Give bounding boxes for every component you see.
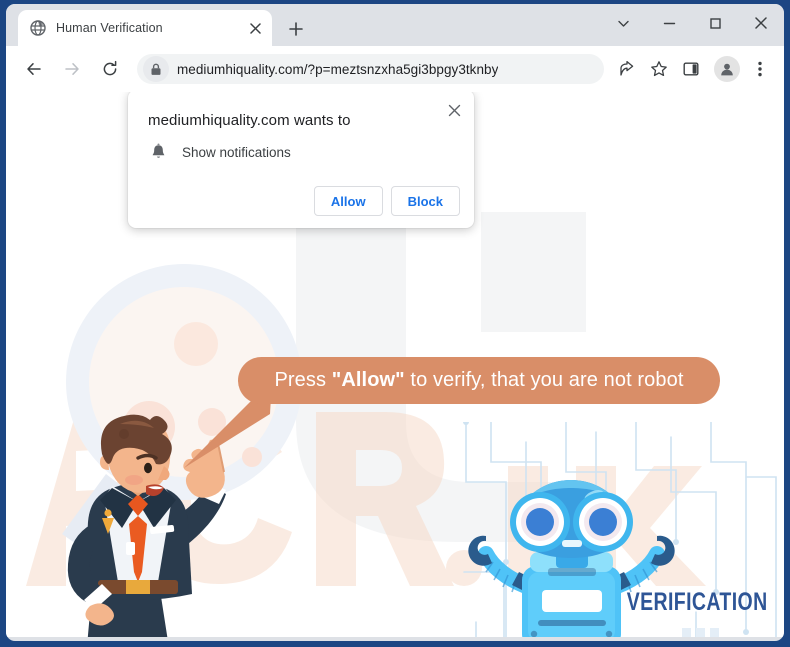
lock-icon[interactable] <box>143 56 169 82</box>
speech-bubble: Press "Allow" to verify, that you are no… <box>238 357 720 404</box>
speech-bubble-prefix: Press <box>274 369 332 391</box>
pointing-businessman-illustration <box>67 414 226 637</box>
forward-arrow-icon <box>57 54 87 84</box>
address-bar[interactable]: mediumhiquality.com/?p=meztsnzxha5gi3bpg… <box>137 54 604 84</box>
block-button[interactable]: Block <box>390 186 460 216</box>
profile-avatar-icon[interactable] <box>714 56 740 82</box>
bell-icon <box>148 142 168 162</box>
back-arrow-icon[interactable] <box>19 54 49 84</box>
browser-window: Human Verification mediumhiquality.com/?… <box>6 4 784 641</box>
browser-toolbar: mediumhiquality.com/?p=meztsnzxha5gi3bpg… <box>6 46 784 92</box>
bookmark-star-icon[interactable] <box>644 54 674 84</box>
screenshot-root: Human Verification mediumhiquality.com/?… <box>0 0 790 647</box>
browser-tab[interactable]: Human Verification <box>18 10 272 46</box>
tab-title: Human Verification <box>56 21 163 35</box>
reload-icon[interactable] <box>95 54 125 84</box>
notification-permission-dialog: mediumhiquality.com wants to Show notifi… <box>128 92 474 228</box>
allow-button[interactable]: Allow <box>313 186 383 216</box>
dialog-close-icon[interactable] <box>442 98 466 122</box>
minimize-icon[interactable] <box>646 4 692 42</box>
new-tab-button[interactable] <box>283 16 309 42</box>
page-viewport: Press "Allow" to verify, that you are no… <box>6 92 784 637</box>
speech-bubble-emphasis: "Allow" <box>331 369 405 391</box>
tab-strip: Human Verification <box>6 4 784 46</box>
window-controls <box>600 4 784 42</box>
dialog-actions: Allow Block <box>313 186 460 216</box>
dialog-permission-row: Show notifications <box>148 142 291 162</box>
speech-bubble-suffix: to verify, that you are not robot <box>404 369 684 391</box>
tab-close-icon[interactable] <box>246 19 264 37</box>
dialog-permission-label: Show notifications <box>182 144 291 160</box>
tab-search-chevron-down-icon[interactable] <box>600 4 646 42</box>
globe-icon <box>30 20 46 36</box>
dialog-title: mediumhiquality.com wants to <box>148 112 351 129</box>
verification-wordmark: VERIFICATION <box>627 588 768 616</box>
maximize-icon[interactable] <box>692 4 738 42</box>
three-dot-menu-icon[interactable] <box>746 54 774 84</box>
url-text[interactable]: mediumhiquality.com/?p=meztsnzxha5gi3bpg… <box>177 62 498 77</box>
side-panel-icon[interactable] <box>676 54 706 84</box>
speech-bubble-text: Press "Allow" to verify, that you are no… <box>274 369 683 392</box>
close-icon[interactable] <box>738 4 784 42</box>
share-icon[interactable] <box>612 54 642 84</box>
